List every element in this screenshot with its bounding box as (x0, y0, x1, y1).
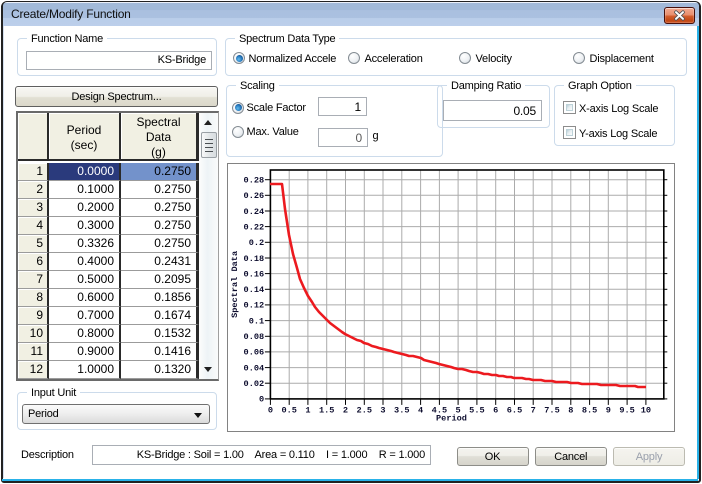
svg-text:2: 2 (342, 405, 347, 415)
svg-text:4: 4 (418, 405, 423, 415)
svg-text:3: 3 (380, 405, 385, 415)
svg-text:8.5: 8.5 (581, 405, 596, 415)
svg-text:0.1: 0.1 (248, 316, 263, 326)
svg-text:0.24: 0.24 (243, 207, 264, 217)
svg-text:10: 10 (640, 405, 650, 415)
svg-text:0.16: 0.16 (243, 269, 264, 279)
svg-text:0: 0 (259, 395, 264, 405)
svg-text:Period: Period (436, 413, 467, 423)
svg-text:0.5: 0.5 (281, 405, 296, 415)
svg-text:0.2: 0.2 (248, 238, 263, 248)
svg-text:Spectral Data: Spectral Data (230, 251, 240, 318)
svg-text:7.5: 7.5 (544, 405, 559, 415)
svg-text:6: 6 (493, 405, 498, 415)
svg-text:8: 8 (568, 405, 573, 415)
svg-text:0.08: 0.08 (243, 332, 264, 342)
svg-text:0.02: 0.02 (243, 379, 264, 389)
svg-text:1.5: 1.5 (318, 405, 333, 415)
svg-text:0.12: 0.12 (243, 301, 264, 311)
svg-text:0.06: 0.06 (243, 348, 264, 358)
svg-text:1: 1 (305, 405, 310, 415)
svg-text:0: 0 (267, 405, 272, 415)
svg-text:0.04: 0.04 (243, 363, 264, 373)
svg-text:9: 9 (605, 405, 610, 415)
svg-text:9.5: 9.5 (619, 405, 634, 415)
svg-text:0.18: 0.18 (243, 254, 264, 264)
svg-text:7: 7 (530, 405, 535, 415)
svg-text:0.22: 0.22 (243, 222, 264, 232)
svg-text:0.14: 0.14 (243, 285, 264, 295)
svg-text:6.5: 6.5 (506, 405, 521, 415)
svg-text:3.5: 3.5 (394, 405, 409, 415)
svg-text:0.26: 0.26 (243, 191, 264, 201)
svg-text:0.28: 0.28 (243, 176, 264, 186)
svg-text:5.5: 5.5 (469, 405, 484, 415)
svg-text:2.5: 2.5 (356, 405, 371, 415)
